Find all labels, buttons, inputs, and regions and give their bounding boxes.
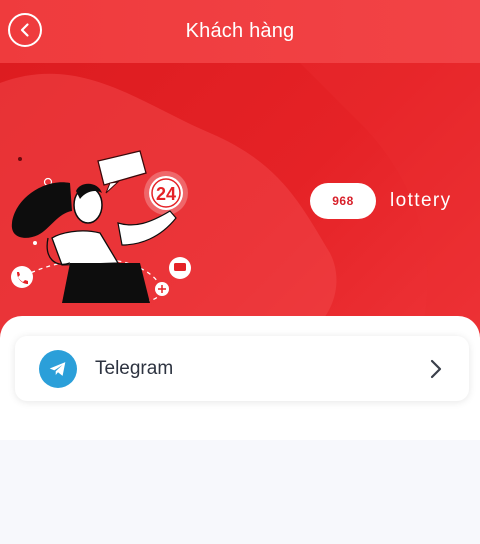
brand-logo: 968 lottery xyxy=(310,183,452,219)
support-banner: 24 968 lottery xyxy=(0,63,480,338)
plus-icon xyxy=(155,282,169,296)
badge-number: 24 xyxy=(156,184,176,204)
badge-24-icon: 24 xyxy=(144,171,188,215)
chevron-left-icon xyxy=(20,23,29,37)
brand-number-pill: 968 xyxy=(310,183,376,219)
chat-bubble-icon xyxy=(169,257,191,279)
telegram-icon xyxy=(39,349,77,388)
phone-icon xyxy=(11,266,33,288)
top-bar: Khách hàng xyxy=(0,0,480,63)
back-button[interactable] xyxy=(8,13,42,47)
brand-name: lottery xyxy=(390,190,452,211)
contact-label: Telegram xyxy=(95,357,174,379)
customer-service-screen: Khách hàng 24 968 lottery Telegram xyxy=(0,0,480,544)
page-title: Khách hàng xyxy=(185,20,295,42)
chevron-right-icon xyxy=(429,358,443,380)
contact-item-telegram[interactable]: Telegram xyxy=(15,336,469,401)
